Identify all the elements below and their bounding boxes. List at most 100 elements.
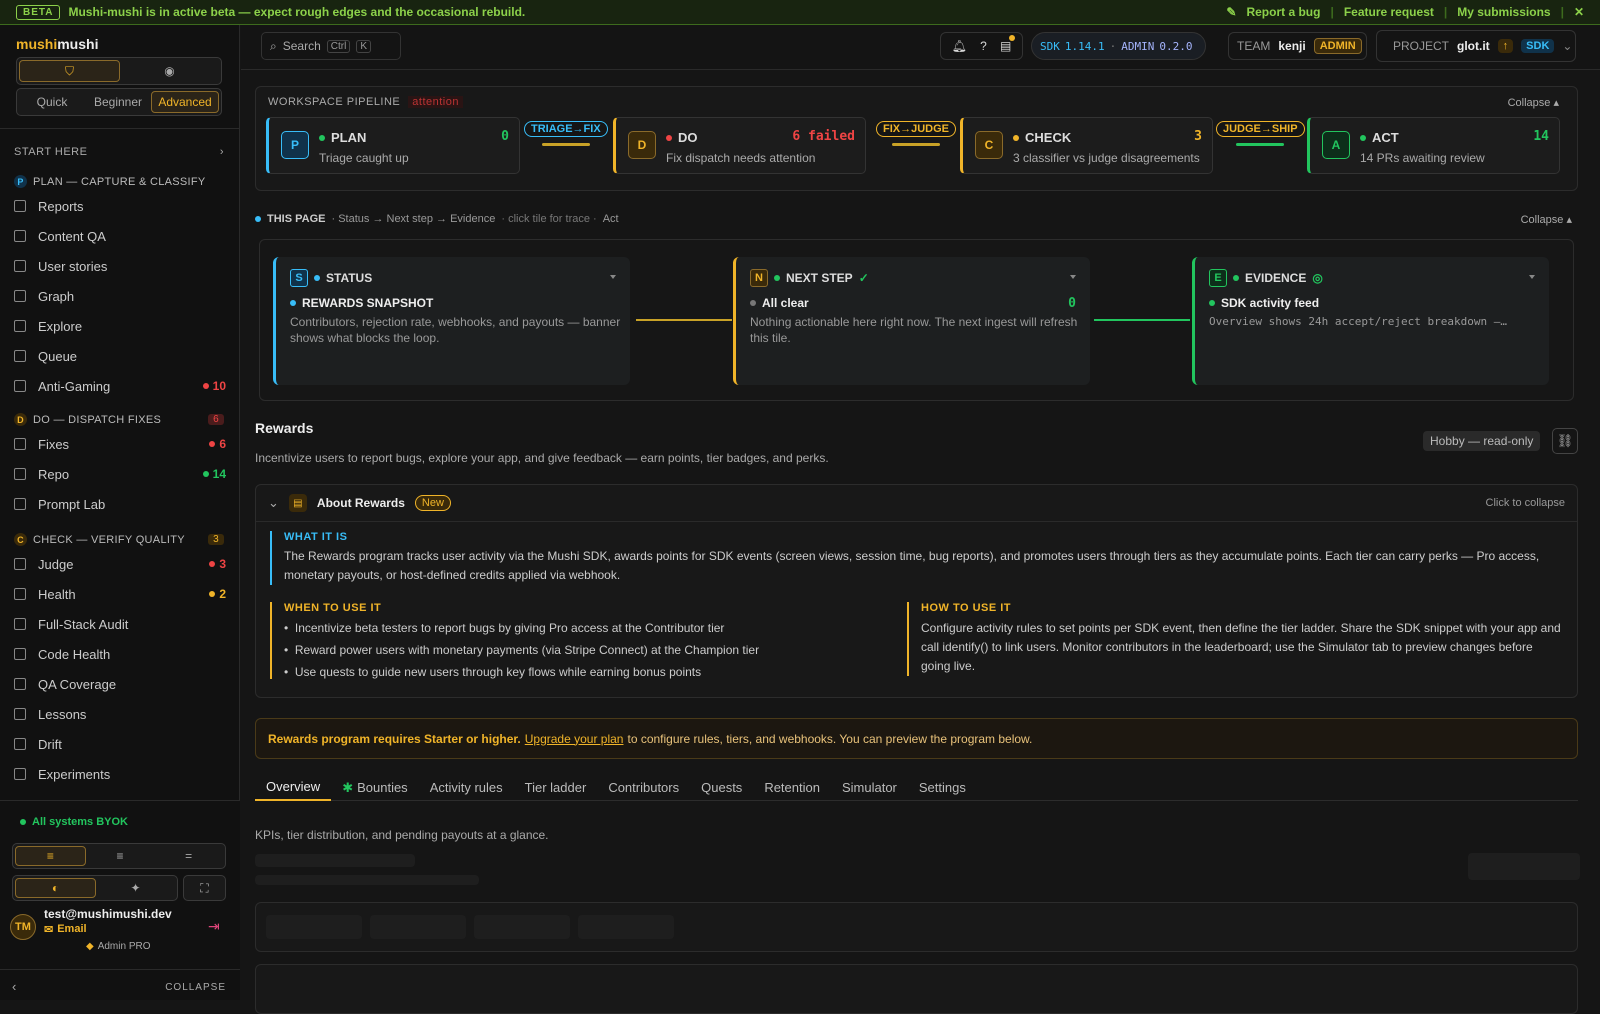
sidebar-item-lessons[interactable]: Lessons bbox=[14, 702, 226, 726]
user-email: test@mushimushi.dev bbox=[44, 907, 172, 921]
sidebar-item-queue[interactable]: Queue bbox=[14, 344, 226, 368]
bell-icon[interactable]: 🔔︎ bbox=[952, 39, 967, 53]
sidebar-item-user-stories[interactable]: User stories bbox=[14, 254, 226, 278]
project-switcher[interactable]: PROJECT glot.it ↑ SDK ⌄ bbox=[1376, 30, 1576, 62]
avatar[interactable]: TM bbox=[10, 914, 36, 940]
chevron-left-icon[interactable]: ‹ bbox=[12, 979, 16, 994]
sidebar-item-code-health[interactable]: Code Health bbox=[14, 642, 226, 666]
density-relaxed-button[interactable]: = bbox=[154, 846, 223, 866]
stage-act[interactable]: A ACT 14 PRs awaiting review 14 bbox=[1307, 117, 1560, 174]
sidebar-item-repo[interactable]: Repo 14 bbox=[14, 462, 226, 486]
upgrade-plan-link[interactable]: Upgrade your plan bbox=[525, 732, 624, 746]
sidebar-item-prompt-lab[interactable]: Prompt Lab bbox=[14, 492, 226, 516]
report-bug-link[interactable]: Report a bug bbox=[1246, 5, 1320, 19]
explore-icon bbox=[14, 320, 26, 332]
tile-next-step[interactable]: N NEXT STEP ✓ All clear 0 Nothing actionab… bbox=[733, 257, 1090, 385]
sidebar-item-health[interactable]: Health 2 bbox=[14, 582, 226, 606]
eye-icon: ◉ bbox=[164, 64, 175, 78]
sidebar-item-graph[interactable]: Graph bbox=[14, 284, 226, 308]
system-status: All systems BYOK bbox=[20, 816, 128, 828]
density-normal-button[interactable]: ≡ bbox=[86, 846, 155, 866]
stage-do[interactable]: D DO Fix dispatch needs attention 6 failed bbox=[613, 117, 866, 174]
document-icon bbox=[14, 618, 26, 630]
shield-icon: ⛉ bbox=[64, 63, 74, 78]
collapse-sidebar-button[interactable]: COLLAPSE bbox=[165, 982, 226, 993]
eye-view-button[interactable]: ◉ bbox=[120, 60, 219, 82]
list-item: • Incentivize beta testers to report bug… bbox=[284, 621, 725, 635]
chevron-down-icon[interactable] bbox=[1529, 275, 1535, 279]
mode-beginner[interactable]: Beginner bbox=[85, 91, 151, 113]
chevron-down-icon[interactable] bbox=[1070, 275, 1076, 279]
start-here-header[interactable]: START HERE › bbox=[14, 146, 224, 158]
beta-tag: BETA bbox=[16, 4, 61, 20]
tab-bounties[interactable]: ✱ Bounties bbox=[331, 774, 419, 801]
feature-request-link[interactable]: Feature request bbox=[1344, 5, 1434, 19]
sidebar-item-content-qa[interactable]: Content QA bbox=[14, 224, 226, 248]
team-switcher[interactable]: TEAM kenji ADMIN bbox=[1228, 32, 1367, 60]
sun-icon[interactable]: ✦ bbox=[96, 878, 175, 898]
stage-plan[interactable]: P PLAN Triage caught up 0 bbox=[266, 117, 520, 174]
beaker-icon bbox=[14, 768, 26, 780]
link-icon[interactable]: ⛓ bbox=[1552, 428, 1578, 454]
sidebar-item-reports[interactable]: Reports bbox=[14, 194, 226, 218]
sidebar-item-full-stack-audit[interactable]: Full-Stack Audit bbox=[14, 612, 226, 636]
sidebar-footer: All systems BYOK ≡ ≡ = ◐ ✦ ⛶ TM test@mus… bbox=[0, 800, 240, 1000]
tab-activity-rules[interactable]: Activity rules bbox=[419, 774, 514, 801]
tab-tier-ladder[interactable]: Tier ladder bbox=[514, 774, 598, 801]
sidebar-item-explore[interactable]: Explore bbox=[14, 314, 226, 338]
sidebar-item-fixes[interactable]: Fixes 6 bbox=[14, 432, 226, 456]
about-rewards-panel: ⌄ ▤ About Rewards New Click to collapse … bbox=[255, 484, 1578, 698]
sidebar-item-drift[interactable]: Drift bbox=[14, 732, 226, 756]
sidebar-item-judge[interactable]: Judge 3 bbox=[14, 552, 226, 576]
connector-triage-fix: TRIAGE→FIX bbox=[524, 121, 608, 146]
chat-icon[interactable]: ▤ bbox=[1000, 35, 1016, 53]
density-toggle: ≡ ≡ = bbox=[12, 843, 226, 869]
tab-settings[interactable]: Settings bbox=[908, 774, 977, 801]
tile-status[interactable]: S STATUS REWARDS SNAPSHOT Contributors, r… bbox=[273, 257, 630, 385]
plan-badge: Hobby — read-only bbox=[1423, 431, 1541, 451]
stage-check[interactable]: C CHECK 3 classifier vs judge disagreement… bbox=[960, 117, 1213, 174]
branch-icon bbox=[14, 738, 26, 750]
theme-toggle: ◐ ✦ bbox=[12, 875, 178, 901]
help-icon[interactable]: ? bbox=[980, 39, 987, 53]
mode-advanced[interactable]: Advanced bbox=[151, 91, 219, 113]
chevron-down-icon[interactable] bbox=[610, 275, 616, 279]
utility-buttons: 🔔︎ ? ▤ bbox=[940, 32, 1023, 60]
brand-logo[interactable]: mushimushi bbox=[16, 36, 98, 52]
report-icon bbox=[14, 200, 26, 212]
tab-contributors[interactable]: Contributors bbox=[597, 774, 690, 801]
tab-overview[interactable]: Overview bbox=[255, 774, 332, 801]
sidebar-item-anti-gaming[interactable]: Anti-Gaming 10 bbox=[14, 374, 226, 398]
loading-card bbox=[255, 964, 1578, 1014]
moon-icon[interactable]: ◐ bbox=[15, 878, 96, 898]
close-banner-button[interactable]: ✕ bbox=[1574, 5, 1584, 19]
list-item: • Reward power users with monetary payme… bbox=[284, 643, 760, 657]
sidebar-item-experiments[interactable]: Experiments bbox=[14, 762, 226, 786]
tile-evidence[interactable]: E EVIDENCE ◎ SDK activity feed Overview sh… bbox=[1192, 257, 1549, 385]
fullscreen-button[interactable]: ⛶ bbox=[183, 875, 226, 901]
tab-quests[interactable]: Quests bbox=[690, 774, 753, 801]
rewards-tabs: Overview ✱ Bounties Activity rules Tier l… bbox=[255, 774, 1578, 801]
view-toggle: ⛉ ◉ bbox=[16, 57, 222, 85]
shield-view-button[interactable]: ⛉ bbox=[19, 60, 120, 82]
pipeline-collapse-button[interactable]: Collapse ▴ bbox=[1508, 96, 1559, 109]
chevron-down-icon: ⌄ bbox=[268, 495, 279, 510]
about-rewards-header[interactable]: ⌄ ▤ About Rewards New Click to collapse bbox=[256, 485, 1577, 522]
about-collapse-button[interactable]: Click to collapse bbox=[1486, 497, 1565, 509]
sidebar-item-qa-coverage[interactable]: QA Coverage bbox=[14, 672, 226, 696]
this-page-collapse-button[interactable]: Collapse ▴ bbox=[1521, 213, 1572, 226]
mode-quick[interactable]: Quick bbox=[19, 91, 85, 113]
search-input[interactable]: ⌕ Search Ctrl K bbox=[261, 32, 401, 60]
density-compact-button[interactable]: ≡ bbox=[15, 846, 86, 866]
main-content: WORKSPACE PIPELINE attention Collapse ▴ P… bbox=[241, 71, 1600, 1014]
when-to-use-section: WHEN TO USE IT • Incentivize beta tester… bbox=[270, 602, 900, 679]
tab-retention[interactable]: Retention bbox=[753, 774, 831, 801]
do-group-header: D DO — DISPATCH FIXES 6 bbox=[14, 413, 224, 426]
tab-simulator[interactable]: Simulator bbox=[831, 774, 908, 801]
chevron-down-icon: ⌄ bbox=[1562, 39, 1573, 53]
version-badge[interactable]: SDK 1.14.1 · ADMIN 0.2.0 bbox=[1031, 32, 1206, 60]
coverage-icon bbox=[14, 678, 26, 690]
my-submissions-link[interactable]: My submissions bbox=[1457, 5, 1550, 19]
document-icon: ▤ bbox=[288, 494, 307, 512]
logout-icon[interactable]: ⇥ bbox=[208, 918, 220, 935]
